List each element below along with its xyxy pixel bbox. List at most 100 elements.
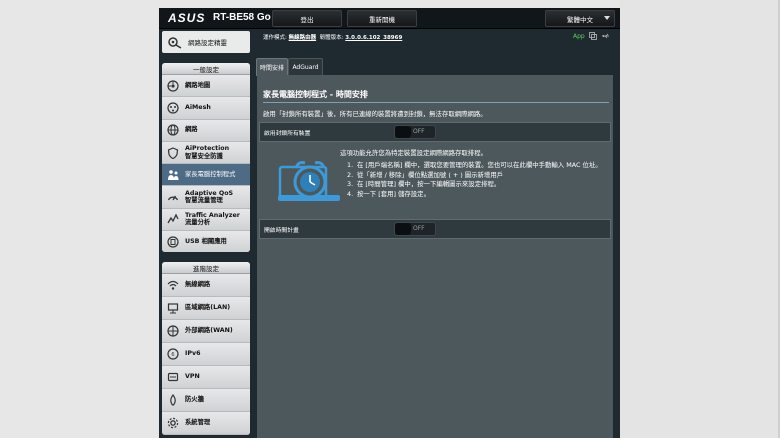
qos-icon bbox=[166, 190, 180, 204]
sidebar-heading-advanced: 進階設定 bbox=[162, 262, 250, 274]
top-bar: ASUS RT-BE58 Go 登出 重新開機 繁體中文 bbox=[159, 8, 620, 29]
page-title: 家長電腦控制程式 - 時間安排 bbox=[263, 90, 368, 99]
wizard-icon bbox=[168, 37, 182, 49]
ipv6-icon: 6 bbox=[166, 347, 180, 361]
sidebar-item-firewall[interactable]: 防火牆 bbox=[162, 389, 250, 412]
svg-text:6: 6 bbox=[171, 352, 174, 358]
sidebar-general-group: 一般設定 網路地圖 AiMesh 網路 AiProtection 智慧安全防護 家… bbox=[162, 63, 250, 253]
alarm-clock-icon bbox=[278, 161, 340, 201]
sidebar-item-sublabel: 智慧安全防護 bbox=[185, 152, 223, 160]
sidebar-item-ipv6[interactable]: 6 IPv6 bbox=[162, 343, 250, 366]
chevron-down-icon bbox=[604, 16, 610, 20]
sidebar-item-sublabel: 流量分析 bbox=[185, 219, 211, 227]
sidebar-item-traffic-analyzer[interactable]: Traffic Analyzer 流量分析 bbox=[162, 208, 250, 232]
sidebar-item-label-group: Adaptive QoS 智慧流量管理 bbox=[185, 190, 233, 205]
sidebar-item-label: VPN bbox=[185, 373, 200, 381]
step-text: 在 [用戶端名稱] 欄中，選取您要管理的裝置。您也可以在此欄中手動輸入 MAC … bbox=[357, 161, 602, 169]
language-select[interactable]: 繁體中文 bbox=[545, 10, 615, 27]
sidebar-advanced-group: 進階設定 無線網路 區域網路(LAN) 外部網路(WAN) 6 IPv6 VPN… bbox=[162, 262, 250, 435]
sidebar-item-sublabel: 智慧流量管理 bbox=[185, 197, 223, 205]
sidebar-item-network[interactable]: 網路 bbox=[162, 119, 250, 142]
step-number: 2. bbox=[347, 170, 354, 179]
sidebar-item-label: AiProtection bbox=[185, 145, 230, 153]
globe-icon bbox=[166, 123, 180, 137]
sidebar-item-label: 系統管理 bbox=[185, 419, 211, 427]
sidebar-item-network-map[interactable]: 網路地圖 bbox=[162, 75, 250, 98]
status-line: 運作模式: 無線路由器 韌體版本: 3.0.0.6.102_38969 bbox=[263, 33, 402, 41]
list-item: 4. 按一下 [套用] 儲存設定。 bbox=[347, 190, 607, 200]
language-label: 繁體中文 bbox=[567, 15, 593, 24]
sidebar-item-administration[interactable]: 系統管理 bbox=[162, 412, 250, 435]
copy-icon[interactable] bbox=[589, 32, 597, 40]
sidebar-item-label: Traffic Analyzer bbox=[185, 211, 240, 219]
page-description: 啟用「封鎖所有裝置」後，所有已連線的裝置將遭到封鎖，無法存取網際網路。 bbox=[263, 110, 487, 118]
sidebar-heading-general: 一般設定 bbox=[162, 63, 250, 75]
page-background bbox=[620, 0, 780, 438]
list-item: 2. 從「新增 / 移除」欄位點選加號 ( + ) 圖示新增用戶 bbox=[347, 171, 607, 181]
sidebar-item-setup-wizard[interactable]: 網路設定精靈 bbox=[162, 31, 250, 53]
sidebar-item-label: 網路 bbox=[185, 126, 198, 134]
vpn-icon bbox=[166, 370, 180, 384]
family-icon bbox=[166, 168, 180, 182]
firewall-icon bbox=[166, 393, 180, 407]
operation-mode-link[interactable]: 無線路由器 bbox=[289, 35, 317, 41]
sidebar-item-label: 區域網路(LAN) bbox=[185, 304, 231, 312]
sidebar-item-adaptive-qos[interactable]: Adaptive QoS 智慧流量管理 bbox=[162, 186, 250, 209]
toggle-knob bbox=[395, 223, 411, 235]
step-text: 從「新增 / 移除」欄位點選加號 ( + ) 圖示新增用戶 bbox=[357, 170, 504, 179]
step-number: 3. bbox=[347, 180, 354, 188]
wireless-icon bbox=[166, 278, 180, 292]
instruction-list: 1. 在 [用戶端名稱] 欄中，選取您要管理的裝置。您也可以在此欄中手動輸入 MA… bbox=[347, 161, 607, 199]
step-number: 4. bbox=[347, 189, 354, 198]
sidebar-item-label: 外部網路(WAN) bbox=[185, 327, 233, 335]
sidebar-item-lan[interactable]: 區域網路(LAN) bbox=[162, 297, 250, 320]
block-all-devices-label: 啟用封鎖所有裝置 bbox=[264, 130, 311, 137]
sidebar-item-wireless[interactable]: 無線網路 bbox=[162, 274, 250, 297]
step-number: 1. bbox=[347, 161, 354, 169]
block-all-devices-toggle[interactable]: OFF bbox=[394, 125, 436, 139]
time-schedule-toggle[interactable]: OFF bbox=[394, 222, 436, 236]
firmware-label: 韌體版本: bbox=[319, 35, 344, 41]
sidebar-item-label: USB 相關應用 bbox=[185, 237, 227, 245]
sidebar-item-label: Adaptive QoS bbox=[185, 189, 234, 197]
usb-status-icon[interactable] bbox=[602, 32, 610, 40]
sidebar-item-label-group: Traffic Analyzer 流量分析 bbox=[185, 212, 240, 227]
wan-icon bbox=[166, 324, 180, 338]
router-admin-window: ASUS RT-BE58 Go 登出 重新開機 繁體中文 網路設定精靈 一般設定… bbox=[159, 8, 620, 438]
model-name: RT-BE58 Go bbox=[213, 12, 271, 23]
operation-mode-label: 運作模式: bbox=[263, 35, 287, 41]
reboot-button[interactable]: 重新開機 bbox=[347, 10, 417, 27]
sidebar-item-parental-control[interactable]: 家長電腦控制程式 bbox=[162, 164, 250, 187]
sidebar-item-label-group: AiProtection 智慧安全防護 bbox=[185, 145, 229, 160]
tab-adguard[interactable]: AdGuard bbox=[288, 58, 323, 76]
sidebar-item-wan[interactable]: 外部網路(WAN) bbox=[162, 320, 250, 343]
sidebar-item-label: 家長電腦控制程式 bbox=[185, 171, 236, 179]
network-map-icon bbox=[166, 79, 180, 93]
toggle-state-label: OFF bbox=[413, 128, 425, 135]
lan-icon bbox=[166, 301, 180, 315]
sidebar-item-label: 防火牆 bbox=[185, 396, 204, 404]
sidebar-item-label: AiMesh bbox=[185, 104, 211, 112]
app-link[interactable]: App bbox=[573, 33, 585, 40]
list-item: 3. 在 [時間管理] 欄中，按一下編輯圖示來設定排程。 bbox=[347, 180, 607, 190]
tab-time-schedule[interactable]: 時間安排 bbox=[256, 58, 288, 76]
sidebar-item-aimesh[interactable]: AiMesh bbox=[162, 97, 250, 120]
admin-icon bbox=[166, 416, 180, 430]
sidebar-item-usb[interactable]: USB 相關應用 bbox=[162, 231, 250, 253]
sidebar-item-aiprotection[interactable]: AiProtection 智慧安全防護 bbox=[162, 141, 250, 165]
main-panel: 家長電腦控制程式 - 時間安排 啟用「封鎖所有裝置」後，所有已連線的裝置將遭到封… bbox=[257, 75, 613, 438]
title-divider bbox=[263, 102, 609, 103]
feature-intro: 這項功能允許您為特定裝置設定網際網路存取排程。 bbox=[340, 149, 487, 157]
aimesh-icon bbox=[166, 101, 180, 115]
sidebar-item-label: 網路地圖 bbox=[185, 81, 211, 89]
step-text: 在 [時間管理] 欄中，按一下編輯圖示來設定排程。 bbox=[357, 180, 501, 188]
logout-button[interactable]: 登出 bbox=[272, 10, 342, 27]
sidebar-item-label: 網路設定精靈 bbox=[188, 39, 227, 47]
sidebar-item-vpn[interactable]: VPN bbox=[162, 366, 250, 389]
toggle-knob bbox=[395, 126, 411, 138]
analyzer-icon bbox=[166, 212, 180, 226]
firmware-link[interactable]: 3.0.0.6.102_38969 bbox=[345, 35, 402, 41]
time-schedule-row: 開啟時間計畫 OFF bbox=[259, 219, 611, 239]
list-item: 1. 在 [用戶端名稱] 欄中，選取您要管理的裝置。您也可以在此欄中手動輸入 MA… bbox=[347, 161, 607, 171]
sidebar-item-label: 無線網路 bbox=[185, 281, 211, 289]
